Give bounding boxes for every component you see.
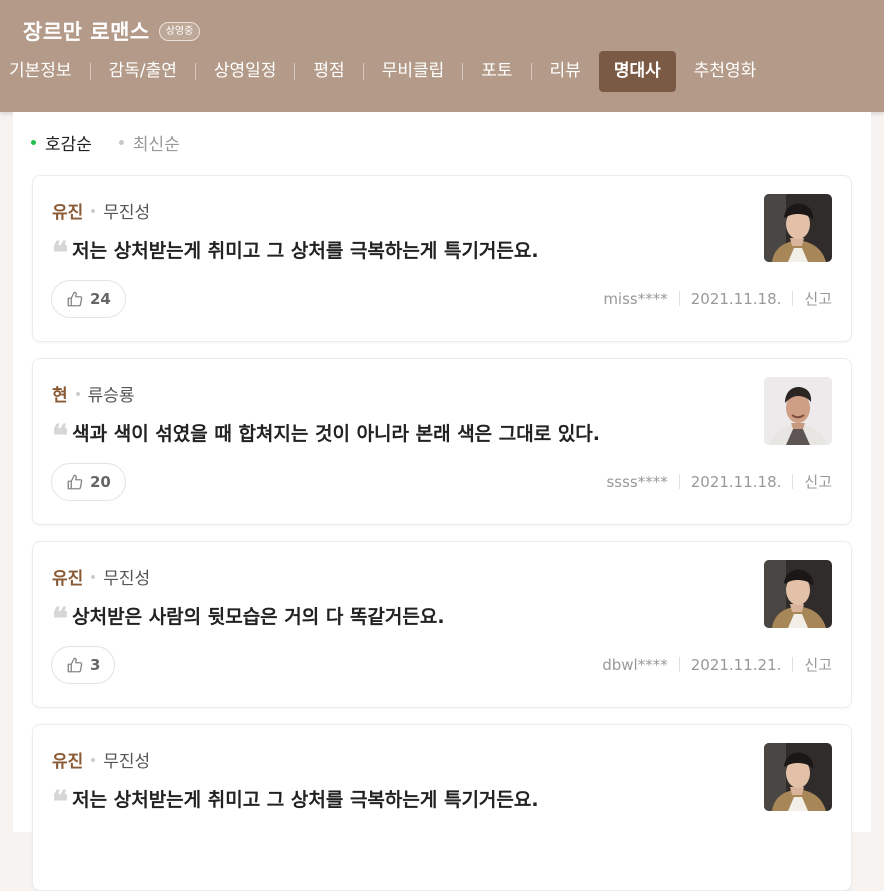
- tab-divider: [294, 63, 296, 80]
- tab-divider: [89, 63, 91, 80]
- post-date: 2021.11.18.: [690, 289, 782, 308]
- sort-label: 최신순: [132, 135, 180, 155]
- report-link[interactable]: 신고: [804, 654, 832, 675]
- tab-basic-info[interactable]: 기본정보: [0, 51, 81, 92]
- tab-recommended[interactable]: 추천영화: [685, 51, 757, 92]
- quote-text: 색과 색이 섞였을 때 합쳐지는 것이 아니라 본래 색은 그대로 있다.: [72, 423, 601, 445]
- actor-name[interactable]: 무진성: [103, 198, 150, 223]
- user-id: ssss****: [606, 472, 668, 491]
- character-name[interactable]: 유진: [52, 564, 83, 589]
- like-button[interactable]: 3: [51, 646, 116, 684]
- separator-dot: [91, 757, 96, 762]
- tab-ratings[interactable]: 평점: [304, 51, 353, 92]
- status-badge: 상영중: [158, 21, 201, 41]
- quote-line: ❝ 저는 상처받는게 취미고 그 상처를 극복하는게 특기거든요.: [52, 784, 539, 820]
- quote-mark-icon: ❝: [52, 601, 68, 637]
- character-name[interactable]: 유진: [52, 198, 83, 223]
- quote-meta: ssss**** 2021.11.18. 신고: [606, 471, 832, 492]
- quote-mark-icon: ❝: [52, 235, 68, 271]
- actor-photo[interactable]: [764, 743, 832, 811]
- quote-line: ❝ 색과 색이 섞였을 때 합쳐지는 것이 아니라 본래 색은 그대로 있다.: [52, 418, 601, 454]
- tab-nav: 기본정보 감독/출연 상영일정 평점 무비클립 포토 리뷰 명대사 추천영화: [0, 51, 756, 92]
- movie-title: 장르만 로맨스: [23, 20, 150, 44]
- sort-label: 호감순: [45, 135, 92, 155]
- quote-meta: dbwl**** 2021.11.21. 신고: [602, 654, 832, 675]
- active-dot-icon: [31, 140, 36, 145]
- post-date: 2021.11.21.: [690, 655, 782, 674]
- thumbs-up-icon: [67, 291, 83, 307]
- meta-divider: [678, 291, 680, 306]
- sort-options: 호감순 최신순: [31, 130, 207, 155]
- sort-by-latest[interactable]: 최신순: [118, 130, 180, 155]
- quote-mark-icon: ❝: [52, 784, 68, 820]
- quote-line: ❝ 상처받은 사람의 뒷모습은 거의 다 똑같거든요.: [52, 601, 445, 637]
- like-button[interactable]: 24: [51, 280, 126, 318]
- meta-divider: [792, 474, 794, 489]
- user-id: miss****: [603, 289, 668, 308]
- separator-dot: [75, 391, 80, 396]
- separator-dot: [91, 574, 96, 579]
- post-date: 2021.11.18.: [690, 472, 782, 491]
- quote-card: 유진 무진성 ❝ 저는 상처받는게 취미고 그 상처를 극복하는게 특기거든요.…: [32, 175, 852, 342]
- quote-card: 유진 무진성 ❝ 저는 상처받는게 취미고 그 상처를 극복하는게 특기거든요.: [32, 724, 852, 891]
- like-button[interactable]: 20: [51, 463, 126, 501]
- tab-famous-lines[interactable]: 명대사: [598, 51, 676, 92]
- user-id: dbwl****: [602, 655, 668, 674]
- role-line: 유진 무진성: [52, 564, 150, 589]
- thumbs-up-icon: [67, 657, 83, 673]
- quote-text: 저는 상처받는게 취미고 그 상처를 극복하는게 특기거든요.: [72, 789, 539, 811]
- middle-aged-man-portrait-icon: [764, 377, 832, 445]
- tab-divider: [194, 63, 196, 80]
- meta-divider: [792, 291, 794, 306]
- role-line: 유진 무진성: [52, 747, 150, 772]
- separator-dot: [91, 208, 96, 213]
- quote-card: 유진 무진성 ❝ 상처받은 사람의 뒷모습은 거의 다 똑같거든요. 3 dbw…: [32, 541, 852, 708]
- tab-divider: [362, 63, 364, 80]
- meta-divider: [792, 657, 794, 672]
- young-man-portrait-icon: [764, 743, 832, 811]
- role-line: 현 류승룡: [52, 381, 135, 406]
- meta-divider: [678, 657, 680, 672]
- actor-photo[interactable]: [764, 194, 832, 262]
- young-man-portrait-icon: [764, 194, 832, 262]
- young-man-portrait-icon: [764, 560, 832, 628]
- tab-divider: [462, 63, 464, 80]
- sort-by-likes[interactable]: 호감순: [31, 130, 92, 155]
- quote-text: 저는 상처받는게 취미고 그 상처를 극복하는게 특기거든요.: [72, 240, 539, 262]
- character-name[interactable]: 현: [52, 381, 68, 406]
- thumbs-up-icon: [67, 474, 83, 490]
- movie-header: 장르만 로맨스 상영중 기본정보 감독/출연 상영일정 평점 무비클립 포토 리…: [0, 0, 884, 112]
- tab-director-cast[interactable]: 감독/출연: [100, 51, 186, 92]
- quote-mark-icon: ❝: [52, 418, 68, 454]
- tab-photos[interactable]: 포토: [472, 51, 521, 92]
- quote-line: ❝ 저는 상처받는게 취미고 그 상처를 극복하는게 특기거든요.: [52, 235, 539, 271]
- actor-photo[interactable]: [764, 377, 832, 445]
- character-name[interactable]: 유진: [52, 747, 83, 772]
- like-count: 24: [90, 290, 111, 308]
- role-line: 유진 무진성: [52, 198, 150, 223]
- tab-movie-clips[interactable]: 무비클립: [373, 51, 454, 92]
- quote-card: 현 류승룡 ❝ 색과 색이 섞였을 때 합쳐지는 것이 아니라 본래 색은 그대…: [32, 358, 852, 525]
- actor-photo[interactable]: [764, 560, 832, 628]
- title-row: 장르만 로맨스 상영중: [23, 16, 201, 46]
- actor-name[interactable]: 무진성: [103, 747, 150, 772]
- inactive-dot-icon: [118, 140, 124, 145]
- tab-reviews[interactable]: 리뷰: [541, 51, 590, 92]
- report-link[interactable]: 신고: [804, 471, 832, 492]
- actor-name[interactable]: 무진성: [103, 564, 150, 589]
- meta-divider: [678, 474, 680, 489]
- like-count: 20: [90, 473, 111, 491]
- tab-divider: [530, 63, 532, 80]
- actor-name[interactable]: 류승룡: [88, 381, 135, 406]
- tab-showtimes[interactable]: 상영일정: [205, 51, 286, 92]
- quote-meta: miss**** 2021.11.18. 신고: [603, 288, 832, 309]
- report-link[interactable]: 신고: [804, 288, 832, 309]
- like-count: 3: [90, 656, 101, 674]
- quote-text: 상처받은 사람의 뒷모습은 거의 다 똑같거든요.: [72, 606, 445, 628]
